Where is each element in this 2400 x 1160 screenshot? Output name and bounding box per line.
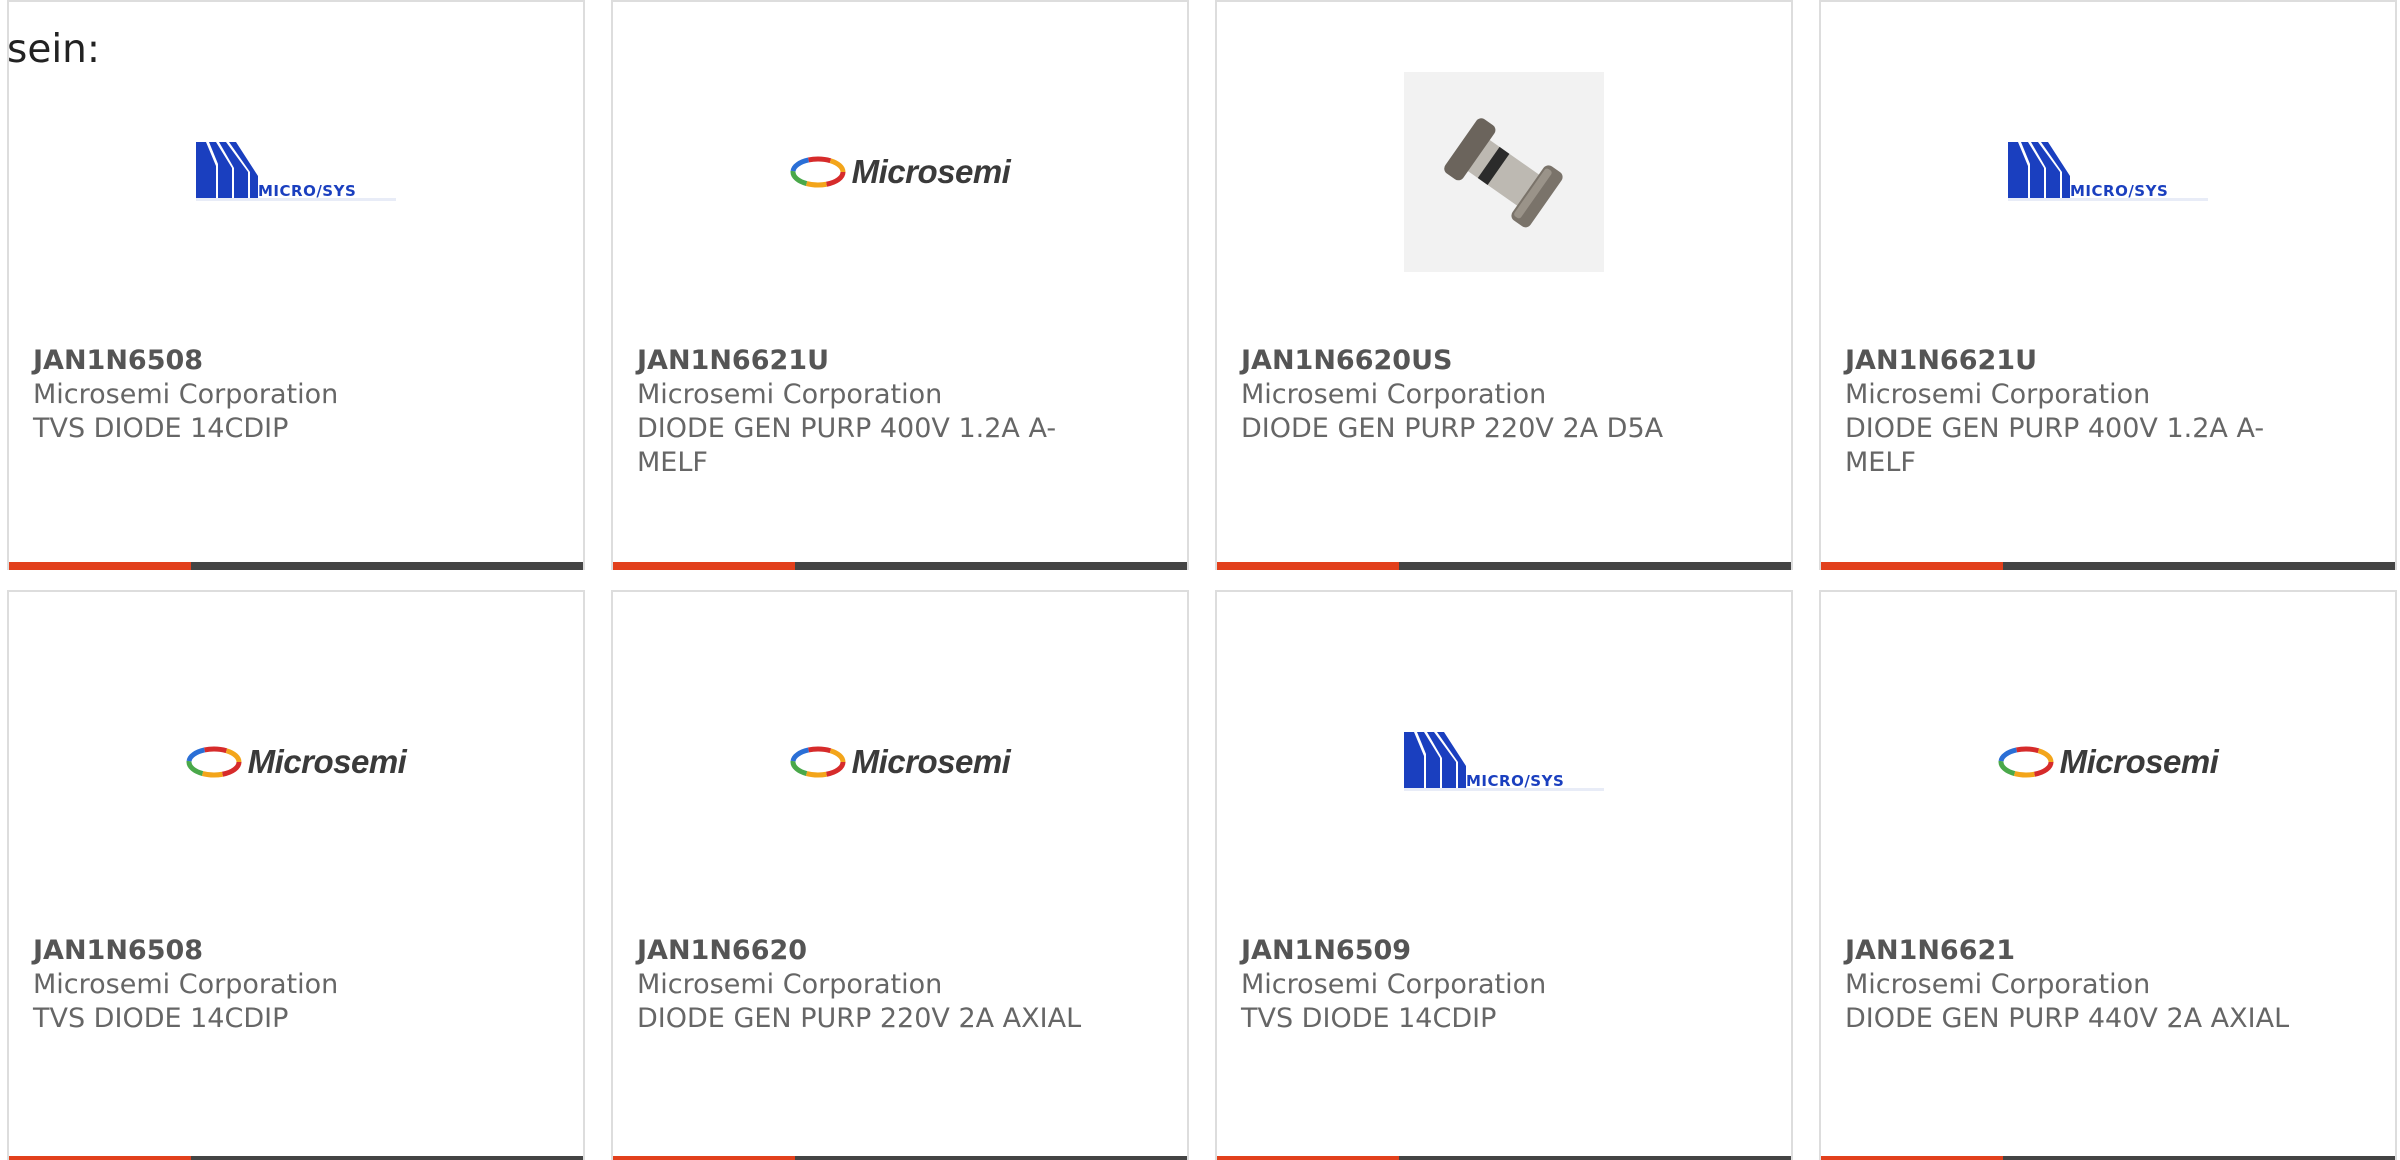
card-accent-bar bbox=[1217, 562, 1399, 570]
product-info: JAN1N6621 Microsemi Corporation DIODE GEN … bbox=[1845, 934, 2315, 1036]
microsemi-logo-text: Microsemi bbox=[247, 743, 407, 780]
card-bottom-bar bbox=[9, 1156, 583, 1160]
micro-sys-logo-text: MICRO/SYS bbox=[258, 182, 357, 200]
card-accent-bar bbox=[1217, 1156, 1399, 1160]
product-part-number[interactable]: JAN1N6621U bbox=[637, 344, 1107, 378]
product-info: JAN1N6508 Microsemi Corporation TVS DIODE … bbox=[33, 934, 503, 1036]
card-bottom-bar bbox=[613, 562, 1187, 570]
micro-sys-logo-text: MICRO/SYS bbox=[1466, 772, 1565, 790]
product-part-number[interactable]: JAN1N6621U bbox=[1845, 344, 2315, 378]
product-part-number[interactable]: JAN1N6508 bbox=[33, 344, 503, 378]
card-bottom-bar bbox=[613, 1156, 1187, 1160]
product-description: DIODE GEN PURP 220V 2A D5A bbox=[1241, 413, 1664, 444]
product-manufacturer: Microsemi Corporation bbox=[1845, 969, 2151, 1000]
product-info: JAN1N6621U Microsemi Corporation DIODE GEN… bbox=[1845, 344, 2315, 480]
product-card[interactable]: Microsemi JAN1N6508 Microsemi Corporation T… bbox=[7, 590, 585, 1160]
product-part-number[interactable]: JAN1N6508 bbox=[33, 934, 503, 968]
card-bottom-bar bbox=[1821, 562, 2395, 570]
product-manufacturer: Microsemi Corporation bbox=[1241, 379, 1547, 410]
product-image[interactable]: MICRO/SYS bbox=[9, 52, 583, 292]
diode-product-photo bbox=[1404, 72, 1604, 272]
product-info: JAN1N6620 Microsemi Corporation DIODE GEN … bbox=[637, 934, 1107, 1036]
product-manufacturer: Microsemi Corporation bbox=[637, 379, 943, 410]
product-card[interactable]: MICRO/SYS JAN1N6509 Microsemi Corporation T… bbox=[1215, 590, 1793, 1160]
product-part-number[interactable]: JAN1N6620US bbox=[1241, 344, 1711, 378]
product-part-number[interactable]: JAN1N6509 bbox=[1241, 934, 1711, 968]
product-description: DIODE GEN PURP 400V 1.2A A-MELF bbox=[637, 413, 1057, 478]
product-card[interactable]: MICRO/SYS JAN1N6508 Microsemi Corporation T… bbox=[7, 0, 585, 570]
product-manufacturer: Microsemi Corporation bbox=[637, 969, 943, 1000]
product-image[interactable]: Microsemi bbox=[1821, 642, 2395, 882]
microsemi-swirl-icon bbox=[790, 156, 846, 188]
product-card[interactable]: Microsemi JAN1N6620 Microsemi Corporation D… bbox=[611, 590, 1189, 1160]
product-image[interactable]: MICRO/SYS bbox=[1821, 52, 2395, 292]
card-bottom-bar bbox=[1217, 1156, 1791, 1160]
micro-sys-logo: MICRO/SYS bbox=[1402, 730, 1606, 794]
product-manufacturer: Microsemi Corporation bbox=[33, 379, 339, 410]
card-bottom-bar bbox=[1821, 1156, 2395, 1160]
product-part-number[interactable]: JAN1N6620 bbox=[637, 934, 1107, 968]
product-info: JAN1N6508 Microsemi Corporation TVS DIODE … bbox=[33, 344, 503, 446]
card-bottom-bar bbox=[9, 562, 583, 570]
microsemi-logo: Microsemi bbox=[790, 743, 1011, 781]
intro-text: sein: bbox=[7, 27, 101, 72]
microsemi-swirl-icon bbox=[186, 746, 242, 778]
product-card[interactable]: Microsemi JAN1N6621 Microsemi Corporation D… bbox=[1819, 590, 2397, 1160]
product-part-number[interactable]: JAN1N6621 bbox=[1845, 934, 2315, 968]
microsemi-logo-text: Microsemi bbox=[2059, 743, 2219, 780]
product-manufacturer: Microsemi Corporation bbox=[1845, 379, 2151, 410]
microsemi-logo-text: Microsemi bbox=[851, 153, 1011, 190]
product-card[interactable]: JAN1N6620US Microsemi Corporation DIODE GE… bbox=[1215, 0, 1793, 570]
card-accent-bar bbox=[1821, 562, 2003, 570]
microsemi-logo: Microsemi bbox=[790, 153, 1011, 191]
product-info: JAN1N6621U Microsemi Corporation DIODE GEN… bbox=[637, 344, 1107, 480]
card-accent-bar bbox=[9, 1156, 191, 1160]
product-image[interactable] bbox=[1217, 52, 1791, 292]
micro-sys-logo-text: MICRO/SYS bbox=[2070, 182, 2169, 200]
product-card[interactable]: Microsemi JAN1N6621U Microsemi Corporation… bbox=[611, 0, 1189, 570]
product-description: TVS DIODE 14CDIP bbox=[1241, 1003, 1497, 1034]
microsemi-logo: Microsemi bbox=[186, 743, 407, 781]
microsemi-logo: Microsemi bbox=[1998, 743, 2219, 781]
card-accent-bar bbox=[613, 562, 795, 570]
micro-sys-logo: MICRO/SYS bbox=[194, 140, 398, 204]
product-manufacturer: Microsemi Corporation bbox=[33, 969, 339, 1000]
product-description: DIODE GEN PURP 220V 2A AXIAL bbox=[637, 1003, 1082, 1034]
card-accent-bar bbox=[9, 562, 191, 570]
microsemi-swirl-icon bbox=[790, 746, 846, 778]
card-accent-bar bbox=[613, 1156, 795, 1160]
card-bottom-bar bbox=[1217, 562, 1791, 570]
product-card[interactable]: MICRO/SYS JAN1N6621U Microsemi Corporation… bbox=[1819, 0, 2397, 570]
product-description: TVS DIODE 14CDIP bbox=[33, 413, 289, 444]
card-accent-bar bbox=[1821, 1156, 2003, 1160]
product-info: JAN1N6620US Microsemi Corporation DIODE GE… bbox=[1241, 344, 1711, 446]
micro-sys-logo: MICRO/SYS bbox=[2006, 140, 2210, 204]
microsemi-swirl-icon bbox=[1998, 746, 2054, 778]
product-manufacturer: Microsemi Corporation bbox=[1241, 969, 1547, 1000]
product-description: TVS DIODE 14CDIP bbox=[33, 1003, 289, 1034]
product-image[interactable]: Microsemi bbox=[613, 52, 1187, 292]
product-image[interactable]: Microsemi bbox=[9, 642, 583, 882]
product-description: DIODE GEN PURP 400V 1.2A A-MELF bbox=[1845, 413, 2265, 478]
product-description: DIODE GEN PURP 440V 2A AXIAL bbox=[1845, 1003, 2290, 1034]
product-image[interactable]: MICRO/SYS bbox=[1217, 642, 1791, 882]
product-image[interactable]: Microsemi bbox=[613, 642, 1187, 882]
microsemi-logo-text: Microsemi bbox=[851, 743, 1011, 780]
product-info: JAN1N6509 Microsemi Corporation TVS DIODE … bbox=[1241, 934, 1711, 1036]
product-grid: MICRO/SYS JAN1N6508 Microsemi Corporation T… bbox=[0, 0, 2400, 1160]
